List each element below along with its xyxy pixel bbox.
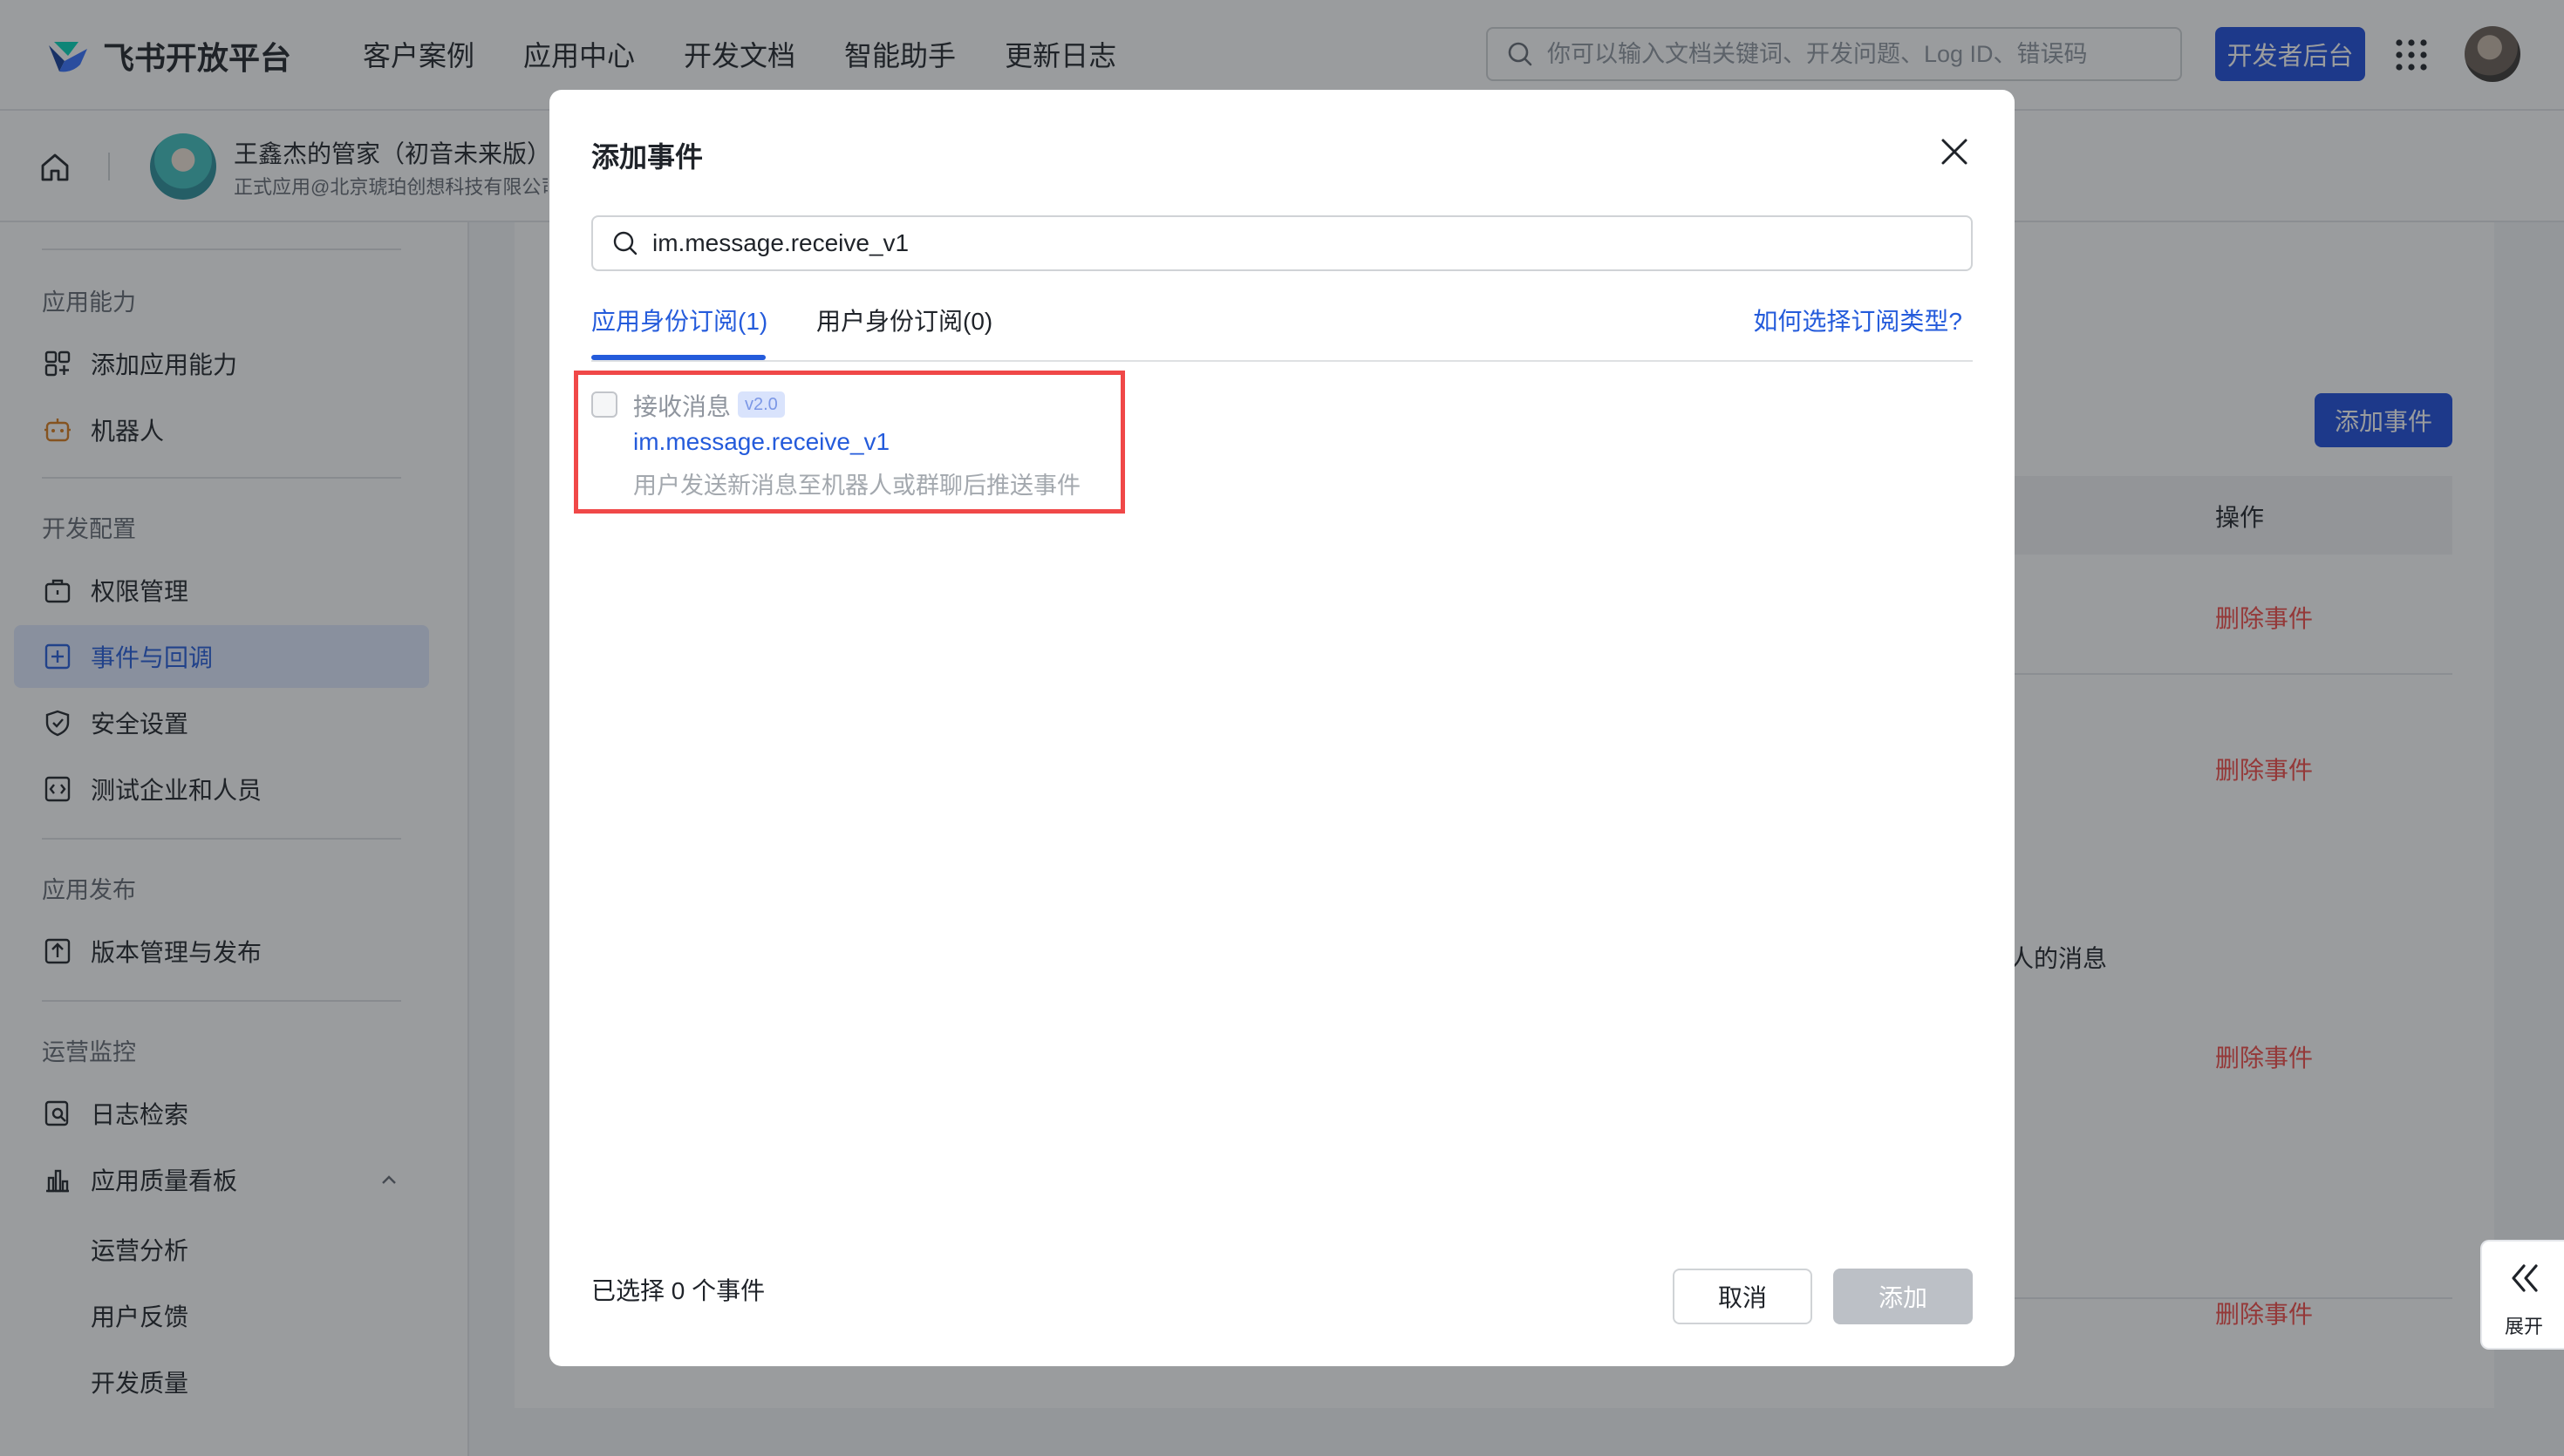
tab-user-subscription[interactable]: 用户身份订阅(0) <box>816 303 992 337</box>
event-checkbox[interactable] <box>591 391 617 418</box>
add-event-dialog: 添加事件 应用身份订阅(1) 用户身份订阅(0) 如何选择订阅类型? 接收消息 … <box>549 90 2015 1366</box>
double-chevron-left-icon <box>2512 1264 2538 1292</box>
subscription-tabs: 应用身份订阅(1) 用户身份订阅(0) 如何选择订阅类型? <box>591 297 1973 362</box>
search-icon <box>613 231 638 255</box>
dialog-title: 添加事件 <box>591 141 704 173</box>
expand-label: 展开 <box>2504 1316 2543 1337</box>
event-search[interactable] <box>591 215 1973 271</box>
event-search-input[interactable] <box>651 228 1971 258</box>
subscription-type-help-link[interactable]: 如何选择订阅类型? <box>1753 303 1962 337</box>
version-badge: v2.0 <box>738 391 785 418</box>
event-code[interactable]: im.message.receive_v1 <box>633 428 890 456</box>
expand-panel-button[interactable]: 展开 <box>2480 1240 2564 1350</box>
close-icon[interactable] <box>1936 133 1973 170</box>
cancel-button[interactable]: 取消 <box>1673 1269 1812 1324</box>
add-button[interactable]: 添加 <box>1833 1269 1973 1324</box>
selected-count: 已选择 0 个事件 <box>591 1277 766 1304</box>
tab-app-subscription[interactable]: 应用身份订阅(1) <box>591 303 767 337</box>
event-description: 用户发送新消息至机器人或群聊后推送事件 <box>633 473 1081 499</box>
active-tab-indicator <box>591 355 766 360</box>
event-name: 接收消息 <box>633 393 732 420</box>
